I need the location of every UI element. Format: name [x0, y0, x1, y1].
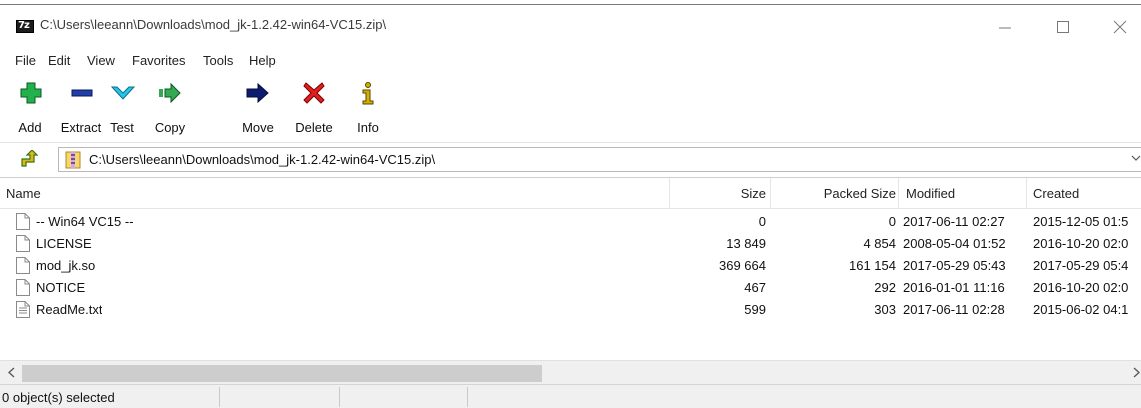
file-row[interactable]: -- Win64 VC15 -- 0 0 2017-06-11 02:27 20… — [0, 212, 1141, 233]
header-divider — [898, 178, 899, 208]
title-bar: 7z C:\Users\leeann\Downloads\mod_jk-1.2.… — [0, 6, 1141, 46]
minimize-button[interactable] — [982, 12, 1028, 42]
7zip-app-icon: 7z — [16, 20, 34, 33]
top-edge-line — [0, 4, 1141, 5]
toolbar: Add Extract Test Copy Move Delete Info — [0, 76, 1141, 142]
delete-icon — [303, 82, 325, 104]
file-row[interactable]: NOTICE 467 292 2016-01-01 11:16 2016-10-… — [0, 278, 1141, 299]
file-modified: 2008-05-04 01:52 — [903, 236, 1006, 251]
horizontal-scrollbar[interactable] — [0, 360, 1141, 384]
menu-edit[interactable]: Edit — [48, 53, 70, 68]
file-name: LICENSE — [36, 236, 92, 251]
add-label: Add — [18, 120, 42, 135]
up-folder-icon[interactable] — [20, 150, 38, 168]
test-button[interactable]: Test — [100, 80, 144, 138]
file-size: 0 — [758, 214, 766, 229]
menu-file[interactable]: File — [15, 53, 36, 68]
file-created: 2016-10-20 02:0 — [1033, 280, 1129, 295]
address-bar: C:\Users\leeann\Downloads\mod_jk-1.2.42-… — [0, 142, 1141, 176]
file-created: 2015-12-05 01:5 — [1033, 214, 1129, 229]
selection-status: 0 object(s) selected — [2, 390, 115, 405]
status-divider — [467, 387, 468, 407]
status-divider — [219, 387, 220, 407]
file-size: 467 — [744, 280, 766, 295]
file-name: ReadMe.txt — [36, 302, 103, 317]
chevron-right-icon[interactable] — [1133, 367, 1140, 378]
menu-favorites[interactable]: Favorites — [132, 53, 185, 68]
file-created: 2016-10-20 02:0 — [1033, 236, 1129, 251]
file-created: 2017-05-29 05:4 — [1033, 258, 1129, 273]
extract-icon — [71, 89, 93, 97]
address-input[interactable]: C:\Users\leeann\Downloads\mod_jk-1.2.42-… — [58, 147, 1141, 172]
file-packed-size: 303 — [874, 302, 896, 317]
file-modified: 2016-01-01 11:16 — [903, 280, 1005, 295]
menu-bar: File Edit View Favorites Tools Help — [0, 46, 1141, 76]
scrollbar-thumb[interactable] — [22, 365, 542, 382]
blank-file-icon — [16, 257, 30, 274]
window-title: C:\Users\leeann\Downloads\mod_jk-1.2.42-… — [40, 17, 387, 32]
zip-folder-icon — [65, 151, 81, 169]
file-packed-size: 0 — [888, 214, 896, 229]
file-size: 599 — [744, 302, 766, 317]
file-created: 2015-06-02 04:1 — [1033, 302, 1129, 317]
info-icon — [362, 82, 374, 105]
blank-file-icon — [16, 279, 30, 296]
file-name: mod_jk.so — [36, 258, 96, 273]
status-divider — [339, 387, 340, 407]
file-row[interactable]: mod_jk.so 369 664 161 154 2017-05-29 05:… — [0, 256, 1141, 277]
file-packed-size: 4 854 — [863, 236, 896, 251]
file-modified: 2017-05-29 05:43 — [903, 258, 1006, 273]
move-icon — [246, 82, 269, 104]
column-created[interactable]: Created — [1033, 186, 1079, 201]
column-modified[interactable]: Modified — [906, 186, 955, 201]
file-row[interactable]: LICENSE 13 849 4 854 2008-05-04 01:52 20… — [0, 234, 1141, 255]
copy-button[interactable]: Copy — [148, 80, 192, 138]
file-size: 13 849 — [726, 236, 766, 251]
file-modified: 2017-06-11 02:27 — [903, 214, 1005, 229]
file-size: 369 664 — [719, 258, 766, 273]
file-name: -- Win64 VC15 -- — [36, 214, 134, 229]
maximize-button[interactable] — [1040, 12, 1086, 42]
address-path: C:\Users\leeann\Downloads\mod_jk-1.2.42-… — [89, 152, 436, 167]
blank-file-icon — [16, 213, 30, 230]
file-modified: 2017-06-11 02:28 — [903, 302, 1005, 317]
header-divider — [1026, 178, 1027, 208]
copy-label: Copy — [154, 120, 186, 135]
delete-button[interactable]: Delete — [289, 80, 339, 138]
test-label: Test — [110, 120, 134, 135]
menu-view[interactable]: View — [87, 53, 115, 68]
column-size[interactable]: Size — [670, 186, 766, 201]
chevron-down-icon[interactable] — [1131, 155, 1141, 162]
file-row[interactable]: ReadMe.txt 599 303 2017-06-11 02:28 2015… — [0, 300, 1141, 321]
blank-file-icon — [16, 235, 30, 252]
close-button[interactable] — [1097, 12, 1141, 42]
move-label: Move — [242, 120, 274, 135]
column-name[interactable]: Name — [6, 186, 41, 201]
text-file-icon — [16, 301, 30, 318]
test-icon — [111, 86, 135, 100]
info-button[interactable]: Info — [350, 80, 386, 138]
add-button[interactable]: Add — [10, 80, 50, 138]
chevron-left-icon[interactable] — [8, 367, 15, 378]
copy-icon — [159, 82, 181, 104]
info-label: Info — [357, 120, 379, 135]
menu-tools[interactable]: Tools — [203, 53, 233, 68]
file-packed-size: 292 — [874, 280, 896, 295]
delete-label: Delete — [295, 120, 333, 135]
column-packed-size[interactable]: Packed Size — [771, 186, 896, 201]
file-list: Name Size Packed Size Modified Created -… — [0, 177, 1141, 384]
add-icon — [20, 82, 42, 104]
column-header: Name Size Packed Size Modified Created — [0, 178, 1141, 209]
menu-help[interactable]: Help — [249, 53, 276, 68]
move-button[interactable]: Move — [234, 80, 282, 138]
status-bar: 0 object(s) selected — [0, 384, 1141, 408]
file-packed-size: 161 154 — [849, 258, 896, 273]
file-name: NOTICE — [36, 280, 86, 295]
